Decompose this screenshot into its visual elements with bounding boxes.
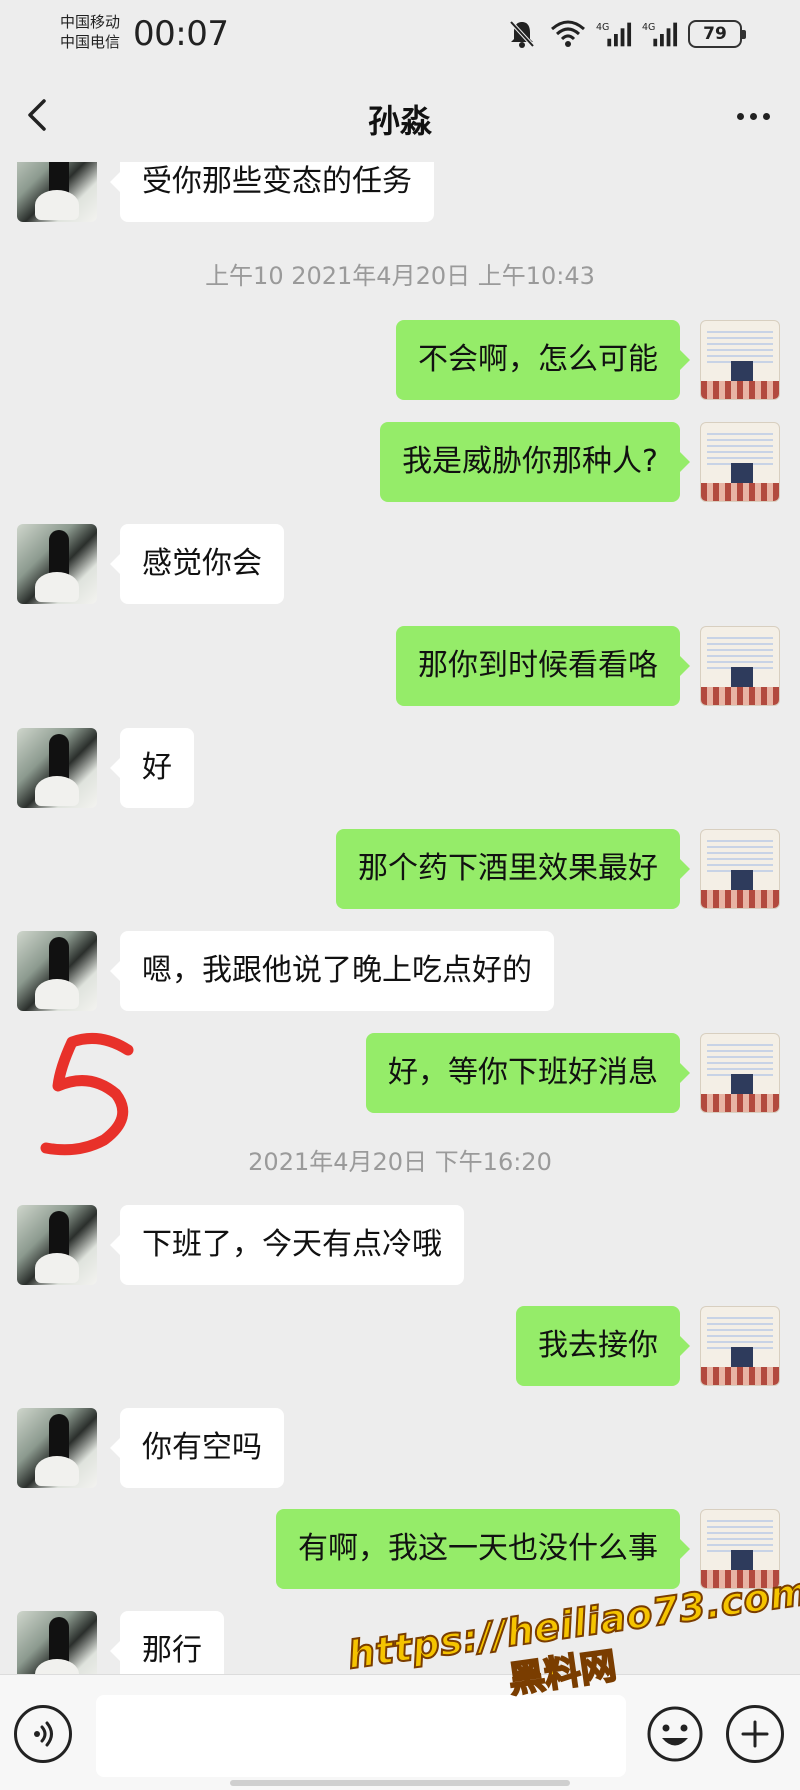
message-bubble[interactable]: 好 (110, 728, 194, 808)
message-row: 我去接你 (0, 1306, 800, 1386)
message-bubble[interactable]: 那你到时候看看咯 (396, 626, 690, 706)
contact-avatar[interactable] (17, 931, 97, 1011)
voice-icon (34, 1721, 53, 1747)
message-row: 受你那些变态的任务 (0, 162, 800, 222)
home-indicator (230, 1780, 570, 1786)
carrier-names: 中国移动 中国电信 (60, 12, 120, 52)
message-row: 嗯，我跟他说了晚上吃点好的 (0, 931, 800, 1011)
message-bubble[interactable]: 那个药下酒里效果最好 (336, 829, 690, 909)
my-avatar[interactable] (700, 422, 780, 502)
message-row: 那个药下酒里效果最好 (0, 829, 800, 909)
message-list[interactable]: 受你那些变态的任务 上午10 2021年4月20日 上午10:43 不会啊，怎么… (0, 162, 800, 1674)
handwritten-number-5: 5 (40, 1032, 134, 1156)
message-bubble[interactable]: 好，等你下班好消息 (366, 1033, 690, 1113)
chat-header: 孙淼 (0, 70, 800, 162)
mute-bell-icon (504, 16, 540, 52)
message-row: 好 (0, 728, 800, 808)
message-row: 那你到时候看看咯 (0, 626, 800, 706)
dot-icon (749, 112, 757, 120)
chat-title: 孙淼 (367, 102, 432, 140)
my-avatar[interactable] (700, 626, 780, 706)
contact-avatar[interactable] (17, 1205, 97, 1285)
more-functions-button[interactable] (726, 1705, 784, 1763)
battery-level: 79 (703, 24, 727, 44)
red-annotation-mark: 5 (30, 1028, 140, 1163)
contact-avatar[interactable] (17, 1408, 97, 1488)
signal-icon-2: 4G (642, 16, 678, 52)
status-time: 00:07 (133, 14, 229, 54)
message-bubble[interactable]: 我去接你 (516, 1306, 690, 1386)
my-avatar[interactable] (700, 1033, 780, 1113)
contact-avatar[interactable] (17, 162, 97, 222)
my-avatar[interactable] (700, 1306, 780, 1386)
more-options-button[interactable] (728, 98, 778, 134)
contact-avatar[interactable] (17, 1611, 97, 1674)
message-bubble[interactable]: 感觉你会 (110, 524, 284, 604)
message-row: 不会啊，怎么可能 (0, 320, 800, 400)
message-row: 下班了，今天有点冷哦 (0, 1205, 800, 1285)
carrier-1: 中国移动 (60, 13, 121, 31)
dot-icon (736, 112, 744, 120)
message-row: 感觉你会 (0, 524, 800, 604)
message-bubble[interactable]: 那行 (110, 1611, 224, 1674)
carrier-2: 中国电信 (60, 33, 121, 51)
signal-icon-1: 4G (596, 16, 632, 52)
message-bubble[interactable]: 嗯，我跟他说了晚上吃点好的 (110, 931, 554, 1011)
contact-avatar[interactable] (17, 524, 97, 604)
voice-input-button[interactable] (14, 1705, 72, 1763)
message-row: 你有空吗 (0, 1408, 800, 1488)
plus-icon (741, 1720, 769, 1748)
wifi-icon (550, 16, 586, 52)
timestamp-divider: 上午10 2021年4月20日 上午10:43 (205, 262, 595, 290)
message-bubble[interactable]: 有啊，我这一天也没什么事 (276, 1509, 690, 1589)
contact-avatar[interactable] (17, 728, 97, 808)
network-label-2: 4G (642, 22, 655, 33)
message-bubble[interactable]: 受你那些变态的任务 (110, 162, 434, 222)
message-row: 我是威胁你那种人? (0, 422, 800, 502)
status-icons: 4G 4G 79 (504, 16, 746, 52)
status-bar: 中国移动 中国电信 00:07 4G 4G 79 (0, 0, 800, 70)
battery-icon: 79 (688, 20, 746, 48)
message-bubble[interactable]: 不会啊，怎么可能 (396, 320, 690, 400)
my-avatar[interactable] (700, 829, 780, 909)
network-label-1: 4G (596, 22, 609, 33)
message-bubble[interactable]: 我是威胁你那种人? (380, 422, 690, 502)
message-row: 有啊，我这一天也没什么事 (0, 1509, 800, 1589)
dot-icon (762, 112, 770, 120)
message-bubble[interactable]: 你有空吗 (110, 1408, 284, 1488)
my-avatar[interactable] (700, 320, 780, 400)
message-bubble[interactable]: 下班了，今天有点冷哦 (110, 1205, 464, 1285)
